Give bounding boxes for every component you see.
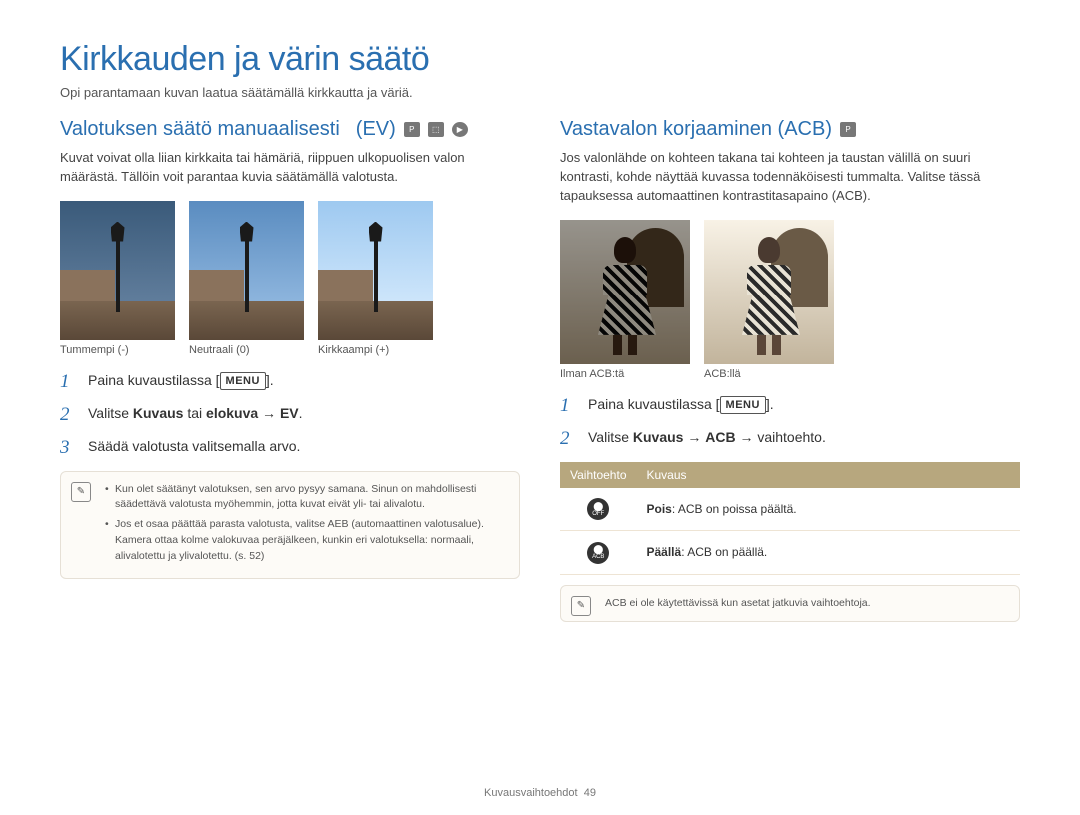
ev-step-2-post: . <box>299 405 303 421</box>
acb-step-2-a2: → vaihtoehto. <box>736 429 826 445</box>
thumb-brighter-image <box>318 201 433 340</box>
acb-off-icon: ⬤OFF <box>584 498 612 521</box>
page-title: Kirkkauden ja värin säätö <box>60 40 1020 79</box>
acb-off-rest: : ACB on poissa päältä. <box>672 502 797 516</box>
acb-on-icon: ⬤ACB <box>584 541 612 564</box>
note-icon-2: ✎ <box>571 596 591 616</box>
acb-steps: Paina kuvaustilassa [MENU]. Valitse Kuva… <box>560 394 1020 448</box>
acb-step-2: Valitse Kuvaus → ACB → vaihtoehto. <box>560 427 1020 448</box>
thumb-neutral-caption: Neutraali (0) <box>189 340 304 356</box>
table-head-option: Vaihtoehto <box>560 462 637 488</box>
ev-note-1: Kun olet säätänyt valotuksen, sen arvo p… <box>105 482 507 514</box>
mode-icon-dual: ⬚ <box>428 122 444 137</box>
ev-step-2-b2: elokuva <box>206 405 258 421</box>
thumb-with-acb: ACB:llä <box>704 220 834 380</box>
left-column: Valotuksen säätö manuaalisesti (EV) P ⬚ … <box>60 118 520 622</box>
acb-heading: Vastavalon korjaaminen (ACB) P <box>560 118 1020 141</box>
right-column: Vastavalon korjaaminen (ACB) P Jos valon… <box>560 118 1020 622</box>
ev-heading-line2: (EV) <box>356 118 396 141</box>
ev-step-1-post: ]. <box>266 372 274 388</box>
acb-off-bold: Pois <box>647 502 672 516</box>
acb-option-table: Vaihtoehto Kuvaus ⬤OFF Pois: ACB on pois… <box>560 462 1020 575</box>
thumb-without-acb: Ilman ACB:tä <box>560 220 690 380</box>
thumb-darker-image <box>60 201 175 340</box>
ev-note-2: Jos et osaa päättää parasta valotusta, v… <box>105 517 507 564</box>
ev-step-2-mid: tai <box>183 405 206 421</box>
ev-step-1-pre: Paina kuvaustilassa [ <box>88 372 220 388</box>
acb-on-rest: : ACB on päällä. <box>681 545 767 559</box>
ev-step-3: Säädä valotusta valitsemalla arvo. <box>60 436 520 457</box>
thumb-darker-caption: Tummempi (-) <box>60 340 175 356</box>
ev-heading-line1: Valotuksen säätö manuaalisesti <box>60 118 340 141</box>
table-row: ⬤OFF Pois: ACB on poissa päältä. <box>560 488 1020 531</box>
thumb-brighter-caption: Kirkkaampi (+) <box>318 340 433 356</box>
ev-paragraph: Kuvat voivat olla liian kirkkaita tai hä… <box>60 149 520 187</box>
note-icon: ✎ <box>71 482 91 502</box>
ev-step-2: Valitse Kuvaus tai elokuva → EV. <box>60 403 520 424</box>
thumb-neutral: Neutraali (0) <box>189 201 304 356</box>
page-intro: Opi parantamaan kuvan laatua säätämällä … <box>60 85 1020 100</box>
acb-step-2-a1: → <box>683 429 705 445</box>
menu-button-label: MENU <box>220 372 266 391</box>
acb-step-1-pre: Paina kuvaustilassa [ <box>588 396 720 412</box>
acb-thumb-row: Ilman ACB:tä ACB:llä <box>560 220 1020 380</box>
mode-icon-p-2: P <box>840 122 856 137</box>
acb-step-2-pre: Valitse <box>588 429 633 445</box>
acb-step-1: Paina kuvaustilassa [MENU]. <box>560 394 1020 415</box>
thumb-neutral-image <box>189 201 304 340</box>
ev-step-2-b1: Kuvaus <box>133 405 184 421</box>
page-footer: Kuvausvaihtoehdot 49 <box>0 787 1080 799</box>
ev-heading: Valotuksen säätö manuaalisesti (EV) P ⬚ … <box>60 118 520 141</box>
acb-step-2-b1: Kuvaus <box>633 429 684 445</box>
table-head-desc: Kuvaus <box>637 462 1021 488</box>
acb-note-box: ✎ ACB ei ole käytettävissä kun asetat ja… <box>560 585 1020 623</box>
acb-on-bold: Päällä <box>647 545 682 559</box>
thumb-darker: Tummempi (-) <box>60 201 175 356</box>
ev-step-2-arrow: → <box>258 405 280 421</box>
thumb-with-acb-image <box>704 220 834 364</box>
mode-icon-p: P <box>404 122 420 137</box>
table-row: ⬤ACB Päällä: ACB on päällä. <box>560 531 1020 575</box>
thumb-without-acb-image <box>560 220 690 364</box>
ev-step-1: Paina kuvaustilassa [MENU]. <box>60 370 520 391</box>
thumb-with-acb-caption: ACB:llä <box>704 364 834 380</box>
footer-section: Kuvausvaihtoehdot <box>484 787 578 799</box>
menu-button-label-2: MENU <box>720 396 766 415</box>
ev-step-2-pre: Valitse <box>88 405 133 421</box>
acb-paragraph: Jos valonlähde on kohteen takana tai koh… <box>560 149 1020 206</box>
ev-thumb-row: Tummempi (-) Neutraali (0) Kirkkaampi (+… <box>60 201 520 356</box>
acb-note-text: ACB ei ole käytettävissä kun asetat jatk… <box>605 597 871 609</box>
table-cell-on: Päällä: ACB on päällä. <box>637 531 1021 575</box>
ev-step-2-b3: EV <box>280 405 299 421</box>
ev-note-box: ✎ Kun olet säätänyt valotuksen, sen arvo… <box>60 471 520 580</box>
acb-step-1-post: ]. <box>766 396 774 412</box>
footer-page-number: 49 <box>584 787 596 799</box>
thumb-without-acb-caption: Ilman ACB:tä <box>560 364 690 380</box>
thumb-brighter: Kirkkaampi (+) <box>318 201 433 356</box>
acb-step-2-b2: ACB <box>705 429 735 445</box>
table-cell-off: Pois: ACB on poissa päältä. <box>637 488 1021 531</box>
ev-steps: Paina kuvaustilassa [MENU]. Valitse Kuva… <box>60 370 520 457</box>
acb-heading-text: Vastavalon korjaaminen (ACB) <box>560 118 832 141</box>
mode-icon-movie: ▶ <box>452 122 468 137</box>
